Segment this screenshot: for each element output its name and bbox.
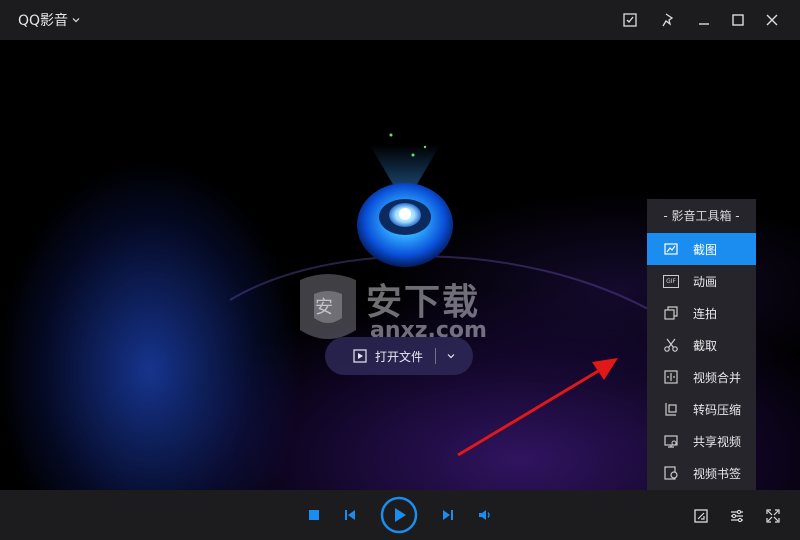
settings-icon[interactable] [726,505,748,527]
toolbox-menu: - 影音工具箱 - 截图 GIF 动画 连拍 截取 视频合并 转码压缩 共享视频… [647,199,756,495]
pin-icon[interactable] [656,8,680,32]
toolbox-item-bookmark[interactable]: 视频书签 [647,457,756,489]
toolbox-item-label: 转码压缩 [693,402,742,417]
maximize-icon[interactable] [726,8,750,32]
screenshot-icon [664,243,678,255]
transcode-icon [665,403,677,416]
app-menu-button[interactable]: QQ影音 [18,10,81,30]
control-bar [0,490,800,540]
watermark-badge: 安 [315,297,333,318]
play-file-icon [353,349,367,363]
merge-icon [664,370,678,384]
toolbox-item-burst[interactable]: 连拍 [647,297,756,329]
toolbox-icon[interactable] [690,505,712,527]
next-icon[interactable] [438,505,458,525]
toolbox-item-label: 动画 [693,274,718,289]
screenshot-icon[interactable] [618,8,642,32]
play-icon[interactable] [380,496,418,534]
toolbox-header: - 影音工具箱 - [663,209,740,223]
burst-icon [664,306,678,320]
toolbox-item-screenshot[interactable]: 截图 [647,233,756,265]
toolbox-item-label: 视频合并 [693,370,742,385]
qq-player-logo [357,133,453,267]
fullscreen-icon[interactable] [762,505,784,527]
chevron-down-icon [447,354,455,359]
toolbox-item-merge[interactable]: 视频合并 [647,361,756,393]
toolbox-item-transcode[interactable]: 转码压缩 [647,393,756,425]
open-file-button[interactable]: 打开文件 [325,337,473,375]
share-icon [664,435,678,448]
previous-icon[interactable] [340,505,360,525]
toolbox-item-label: 截取 [693,338,718,353]
toolbox-item-clip[interactable]: 截取 [647,329,756,361]
close-icon[interactable] [760,8,784,32]
toolbox-item-label: 连拍 [693,306,718,321]
toolbox-item-label: 共享视频 [693,434,742,449]
gif-icon: GIF [663,274,679,288]
open-file-label: 打开文件 [375,349,424,364]
volume-icon[interactable] [476,505,496,525]
toolbox-item-label: 截图 [693,242,718,257]
app-title: QQ影音 [18,13,69,29]
scissors-icon [664,338,678,352]
stop-icon[interactable] [304,505,324,525]
bookmark-icon [664,466,678,480]
title-bar: QQ影音 [0,0,800,40]
chevron-down-icon [72,18,80,23]
toolbox-item-label: 视频书签 [693,466,742,481]
toolbox-item-share[interactable]: 共享视频 [647,425,756,457]
open-file-main[interactable]: 打开文件 [325,337,423,375]
open-file-dropdown[interactable] [436,337,466,375]
toolbox-item-gif[interactable]: GIF 动画 [647,265,756,297]
minimize-icon[interactable] [692,8,716,32]
